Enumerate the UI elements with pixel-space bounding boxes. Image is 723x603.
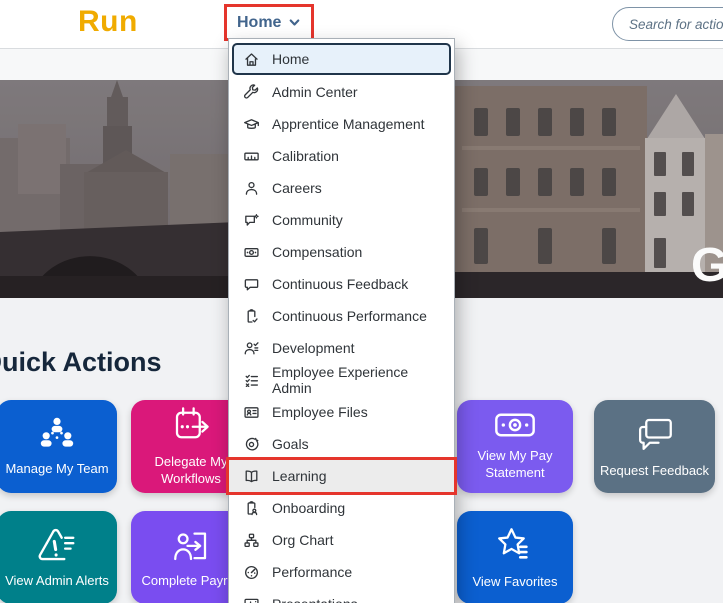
tile-label: Request Feedback [600,463,709,480]
menu-item-learning[interactable]: Learning [229,460,454,492]
menu-item-label: Onboarding [272,500,345,516]
menu-item-community[interactable]: Community [229,204,454,236]
search-box [612,7,723,41]
menu-item-label: Compensation [272,244,362,260]
banknote-icon [492,411,538,439]
menu-item-label: Goals [272,436,309,452]
menu-item-label: Presentations [272,596,358,603]
tile-view-my-pay-statement[interactable]: View My Pay Statement [457,400,573,493]
menu-item-label: Apprentice Management [272,116,425,132]
chevron-down-icon [288,16,301,29]
person-icon [243,180,260,197]
target-icon [243,436,260,453]
search-input[interactable] [627,16,723,33]
menu-item-label: Calibration [272,148,339,164]
tile-request-feedback[interactable]: Request Feedback [594,400,715,493]
id-card-icon [243,404,260,421]
app-logo: Run [78,5,138,39]
menu-item-employee-experience-admin[interactable]: Employee Experience Admin [229,364,454,396]
alert-triangle-icon [35,526,79,564]
menu-item-presentations[interactable]: Presentations [229,588,454,603]
menu-item-label: Careers [272,180,322,196]
person-arrow-icon [170,526,212,564]
ruler-icon [243,148,260,165]
wrench-icon [243,84,260,101]
chat-bubble-icon [243,276,260,293]
menu-item-compensation[interactable]: Compensation [229,236,454,268]
menu-item-label: Community [272,212,343,228]
menu-item-admin-center[interactable]: Admin Center [229,76,454,108]
home-menu-label: Home [237,14,281,32]
nav-dropdown-menu: Home Admin Center Apprentice Management … [228,38,455,603]
tile-label: View Favorites [472,574,557,591]
menu-item-onboarding[interactable]: Onboarding [229,492,454,524]
calendar-arrow-icon [170,405,212,445]
clipboard-check-icon [243,308,260,325]
menu-item-continuous-feedback[interactable]: Continuous Feedback [229,268,454,300]
menu-item-label: Development [272,340,355,356]
menu-item-apprentice-management[interactable]: Apprentice Management [229,108,454,140]
home-icon [243,51,260,68]
banner-greeting-text: G [691,238,723,293]
menu-item-label: Org Chart [272,532,333,548]
quick-actions-heading: Quick Actions [0,347,162,378]
home-menu-button[interactable]: Home [237,14,301,32]
menu-item-org-chart[interactable]: Org Chart [229,524,454,556]
menu-item-label: Continuous Feedback [272,276,408,292]
menu-item-employee-files[interactable]: Employee Files [229,396,454,428]
tile-label: View Admin Alerts [5,573,109,590]
tile-label: View My Pay Statement [462,448,568,482]
tile-label: Manage My Team [5,461,108,478]
team-icon [35,416,79,452]
tile-label: Complete Payroll [142,573,241,590]
menu-item-label: Learning [272,468,327,484]
menu-item-home[interactable]: Home [232,43,451,75]
gauge-icon [243,564,260,581]
person-check-icon [243,340,260,357]
speech-spark-icon [243,212,260,229]
menu-item-label: Employee Files [272,404,368,420]
menu-item-goals[interactable]: Goals [229,428,454,460]
checklist-icon [243,372,260,389]
menu-item-performance[interactable]: Performance [229,556,454,588]
menu-item-label: Performance [272,564,352,580]
annotation-box-home: Home [224,4,314,41]
banknote-icon [243,244,260,261]
menu-item-label: Admin Center [272,84,358,100]
app-window: G Run Home Quick Actions Manage My Team [0,0,723,603]
presentation-icon [243,596,260,603]
star-list-icon [494,525,536,565]
tile-view-admin-alerts[interactable]: View Admin Alerts [0,511,117,603]
menu-item-careers[interactable]: Careers [229,172,454,204]
clipboard-person-icon [243,500,260,517]
open-book-icon [243,468,260,485]
menu-item-continuous-performance[interactable]: Continuous Performance [229,300,454,332]
tile-manage-my-team[interactable]: Manage My Team [0,400,117,493]
tile-view-favorites[interactable]: View Favorites [457,511,573,603]
chat-bubbles-icon [634,414,676,454]
menu-item-calibration[interactable]: Calibration [229,140,454,172]
menu-item-label: Employee Experience Admin [272,364,440,396]
menu-item-development[interactable]: Development [229,332,454,364]
org-chart-icon [243,532,260,549]
menu-item-label: Continuous Performance [272,308,427,324]
menu-item-label: Home [272,51,309,67]
graduation-cap-icon [243,116,260,133]
